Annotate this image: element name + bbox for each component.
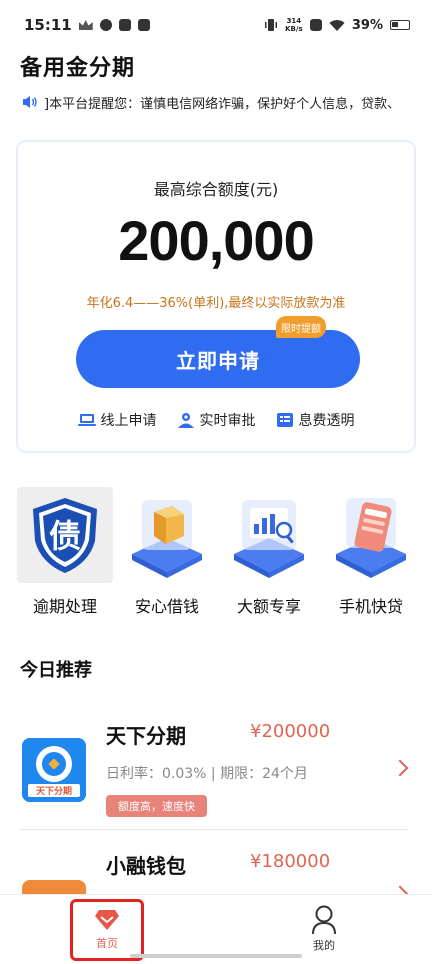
limit-label: 最高综合额度(元) bbox=[153, 180, 279, 199]
limit-amount: 200,000 bbox=[118, 209, 314, 272]
crown-icon bbox=[78, 20, 93, 30]
chevron-right-icon bbox=[391, 885, 408, 894]
product-meta: 日利率：0.03% | 期限：24个月 bbox=[106, 766, 308, 782]
shield-box-icon bbox=[119, 487, 215, 583]
apply-button[interactable]: 立即申请 bbox=[76, 330, 360, 388]
home-indicator[interactable] bbox=[130, 954, 302, 958]
app-notification-icon bbox=[118, 19, 131, 31]
receipt-icon bbox=[276, 413, 293, 427]
battery-icon bbox=[390, 20, 410, 30]
credit-limit-card: 最高综合额度(元) 200,000 年化6.4——36%(单利),最终以实际放款… bbox=[16, 140, 416, 453]
diamond-icon bbox=[95, 910, 119, 930]
chevron-right-icon bbox=[391, 759, 409, 777]
product-name: 小融钱包 bbox=[106, 854, 186, 878]
category-safe-borrow[interactable]: 安心借钱 bbox=[118, 487, 216, 617]
product-logo bbox=[22, 880, 86, 894]
category-label: 逾期处理 bbox=[32, 597, 97, 616]
feature-label: 息费透明 bbox=[298, 413, 355, 429]
chart-card-icon bbox=[221, 487, 317, 583]
feature-online-apply: 线上申请 bbox=[77, 410, 157, 430]
product-name: 天下分期 bbox=[106, 724, 186, 748]
vibrate-icon bbox=[264, 19, 277, 31]
category-label: 手机快贷 bbox=[338, 597, 403, 616]
status-bar: 15:11 314 KB/s 39% bbox=[0, 0, 432, 50]
category-grid: 债 逾期处理 安心借钱 大额专享 手机快贷 bbox=[16, 487, 420, 617]
nav-home[interactable]: 首页 bbox=[70, 899, 144, 961]
debt-shield-icon: 债 bbox=[17, 487, 113, 583]
net-speed: 314 KB/s bbox=[285, 17, 303, 33]
section-title-recommend: 今日推荐 bbox=[20, 660, 92, 681]
product-item[interactable]: 小融钱包 ¥180000 bbox=[22, 842, 408, 894]
notice-text: ]本平台提醒您：谨慎电信网络诈骗，保护好个人信息，贷款、 bbox=[44, 96, 401, 112]
notice-bar[interactable]: ]本平台提醒您：谨慎电信网络诈骗，保护好个人信息，贷款、 bbox=[22, 92, 412, 112]
feature-label: 实时审批 bbox=[199, 413, 256, 429]
svg-text:天下分期: 天下分期 bbox=[36, 785, 72, 797]
laptop-icon bbox=[77, 414, 96, 426]
product-amount: ¥200000 bbox=[250, 721, 331, 742]
phone-card-icon bbox=[323, 487, 419, 583]
wifi-icon bbox=[329, 19, 345, 31]
product-tag: 额度高，速度快 bbox=[106, 795, 207, 817]
category-label: 大额专享 bbox=[236, 597, 301, 616]
category-overdue[interactable]: 债 逾期处理 bbox=[16, 487, 114, 617]
sim-off-icon bbox=[309, 19, 322, 31]
category-label: 安心借钱 bbox=[134, 597, 199, 616]
message-icon bbox=[137, 19, 150, 31]
notification-icon bbox=[99, 19, 112, 31]
nav-mine[interactable]: 我的 bbox=[300, 905, 348, 953]
svg-text:债: 债 bbox=[49, 517, 81, 555]
person-icon bbox=[177, 413, 194, 428]
product-logo: 天下分期 bbox=[22, 738, 86, 802]
product-item[interactable]: 天下分期 天下分期 ¥200000 日利率：0.03% | 期限：24个月 额度… bbox=[22, 712, 409, 824]
divider bbox=[20, 829, 408, 830]
page-title: 备用金分期 bbox=[20, 56, 136, 81]
promo-badge: 限时提额 bbox=[276, 316, 326, 338]
category-mobile-loan[interactable]: 手机快贷 bbox=[322, 487, 420, 617]
status-time: 15:11 bbox=[24, 16, 72, 34]
rate-note: 年化6.4——36%(单利),最终以实际放款为准 bbox=[86, 296, 346, 311]
feature-list: 线上申请 实时审批 息费透明 bbox=[18, 410, 414, 430]
product-amount: ¥180000 bbox=[250, 851, 331, 872]
speaker-icon bbox=[23, 96, 37, 108]
user-icon bbox=[312, 905, 336, 935]
battery-percent: 39% bbox=[351, 17, 383, 33]
feature-label: 线上申请 bbox=[100, 413, 157, 429]
feature-realtime-approval: 实时审批 bbox=[177, 410, 256, 430]
feature-transparent-fees: 息费透明 bbox=[276, 410, 355, 430]
nav-home-label: 首页 bbox=[96, 937, 118, 950]
category-large-amount[interactable]: 大额专享 bbox=[220, 487, 318, 617]
nav-mine-label: 我的 bbox=[313, 939, 335, 952]
